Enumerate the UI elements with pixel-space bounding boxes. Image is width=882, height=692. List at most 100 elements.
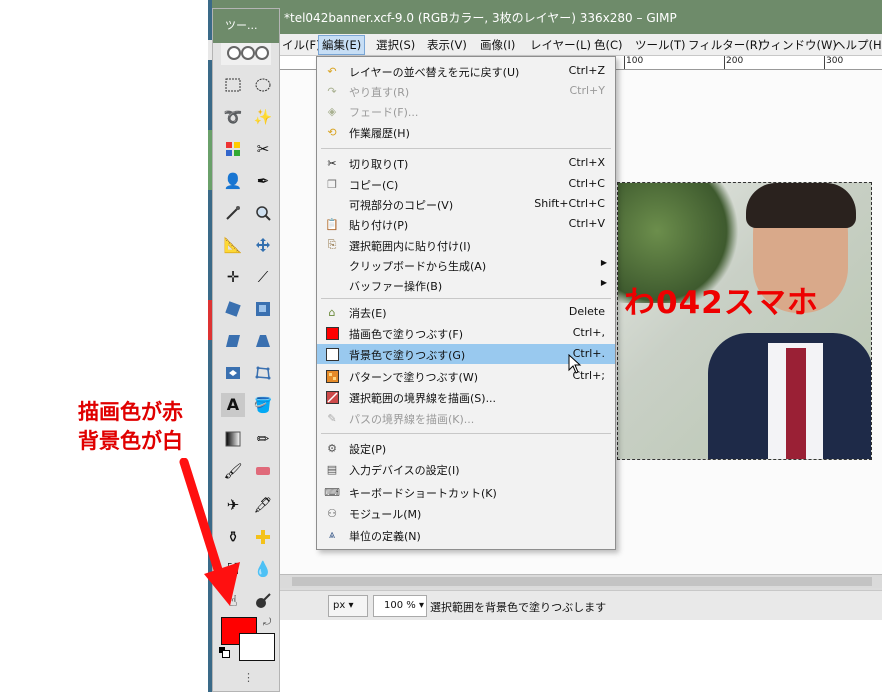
annotation-arrow-icon [179, 458, 240, 606]
measure-icon[interactable]: 📐 [221, 233, 245, 257]
eraser-icon[interactable] [251, 459, 275, 483]
history-icon: ⟲ [327, 125, 337, 139]
menu-item-input-devices[interactable]: ▤ 入力デバイスの設定(I) [317, 459, 615, 479]
menu-item-label: 選択範囲の境界線を描画(S)... [349, 392, 497, 405]
color-picker-icon[interactable] [221, 201, 245, 225]
menu-select[interactable]: 選択(S) [376, 37, 415, 53]
gimp-logo-icon [221, 43, 271, 65]
pencil-icon[interactable]: ✏ [251, 427, 275, 451]
menu-item-label: 消去(E) [349, 307, 387, 320]
menu-item-redo[interactable]: ↷ やり直す(R) Ctrl+Y [317, 81, 615, 101]
menu-item-label: パターンで塗りつぶす(W) [349, 371, 479, 384]
menu-item-stroke-path[interactable]: ✎ パスの境界線を描画(K)... [317, 408, 615, 428]
menu-item-shortcut: Ctrl+Y [569, 84, 605, 97]
menu-item-modules[interactable]: ⚇ モジュール(M) [317, 503, 615, 523]
paste-icon: 📋 [325, 217, 339, 231]
menu-item-copy-visible[interactable]: 可視部分のコピー(V) Shift+Ctrl+C [317, 194, 615, 214]
mouse-cursor-icon [568, 354, 582, 374]
menu-layer[interactable]: レイヤー(L) [530, 37, 591, 53]
menu-filters[interactable]: フィルター(R) [688, 37, 762, 53]
menu-item-stroke-selection[interactable]: 選択範囲の境界線を描画(S)... [317, 387, 615, 407]
menu-item-buffer[interactable]: バッファー操作(B) ▶ [317, 275, 615, 295]
scale-icon[interactable] [251, 297, 275, 321]
menu-item-paste[interactable]: 📋 貼り付け(P) Ctrl+V [317, 214, 615, 234]
foreground-select-icon[interactable]: 👤 [221, 169, 245, 193]
fg-fill-icon [325, 326, 339, 340]
rect-select-icon[interactable] [221, 73, 245, 97]
scrollbar-thumb[interactable] [292, 577, 872, 586]
menu-item-units[interactable]: ⩓ 単位の定義(N) [317, 525, 615, 545]
menu-item-keyboard-shortcuts[interactable]: ⌨ キーボードショートカット(K) [317, 482, 615, 502]
image-canvas[interactable]: わ042スマホ [617, 182, 872, 460]
menu-item-history[interactable]: ⟲ 作業履歴(H) [317, 122, 615, 142]
blend-icon[interactable] [221, 427, 245, 451]
reset-colors-icon[interactable] [219, 647, 230, 658]
ruler-label-200: 200 [726, 56, 744, 66]
menu-item-label: モジュール(M) [349, 508, 422, 521]
align-icon[interactable]: ✛ [221, 265, 245, 289]
menu-item-paste-into[interactable]: ⎘ 選択範囲内に貼り付け(I) [317, 235, 615, 255]
ellipse-select-icon[interactable] [251, 73, 275, 97]
heal-icon[interactable] [251, 525, 275, 549]
menu-item-label: 切り取り(T) [349, 158, 409, 171]
menu-item-paste-as[interactable]: クリップボードから生成(A) ▶ [317, 255, 615, 275]
resize-grip-icon[interactable]: ⋮ [243, 671, 254, 684]
fade-icon: ◈ [327, 104, 337, 118]
menu-file[interactable]: イル(F) [282, 37, 321, 53]
menu-item-preferences[interactable]: ⚙ 設定(P) [317, 438, 615, 458]
menu-separator [321, 298, 611, 299]
window-titlebar[interactable]: *tel042banner.xcf-9.0 (RGBカラー, 3枚のレイヤー) … [212, 0, 882, 34]
menu-item-copy[interactable]: ❐ コピー(C) Ctrl+C [317, 174, 615, 194]
unit-selector[interactable]: px ▾ [328, 595, 368, 617]
menu-item-fill-fg[interactable]: 描画色で塗りつぶす(F) Ctrl+, [317, 323, 615, 343]
menu-edit[interactable]: 編集(E) [318, 35, 366, 55]
background-color-swatch[interactable] [239, 633, 275, 661]
text-tool-icon[interactable]: A [221, 393, 245, 417]
blur-icon[interactable]: 💧 [251, 557, 275, 581]
move-icon[interactable] [251, 233, 275, 257]
status-message: 選択範囲を背景色で塗りつぶします [430, 601, 607, 614]
statusbar: px ▾ 100 % ▾ 選択範囲を背景色で塗りつぶします [280, 590, 882, 620]
menu-windows[interactable]: ウィンドウ(W) [759, 37, 837, 53]
cage-transform-icon[interactable] [251, 361, 275, 385]
ink-icon[interactable]: 🖋 [251, 493, 275, 517]
menu-image[interactable]: 画像(I) [480, 37, 515, 53]
clear-icon: ⌂ [328, 305, 336, 319]
bucket-fill-icon[interactable]: 🪣 [251, 393, 275, 417]
annotation-text: 描画色が赤 背景色が白 [78, 398, 183, 456]
modules-icon: ⚇ [327, 506, 337, 520]
perspective-icon[interactable] [251, 329, 275, 353]
zoom-icon[interactable] [251, 201, 275, 225]
zoom-selector[interactable]: 100 % ▾ [373, 595, 427, 617]
menu-item-label: フェード(F)... [349, 106, 419, 119]
paths-icon[interactable]: ✒ [251, 169, 275, 193]
stroke-path-icon: ✎ [327, 411, 337, 425]
input-devices-icon: ▤ [326, 462, 338, 476]
menu-tools[interactable]: ツール(T) [635, 37, 686, 53]
menu-item-undo[interactable]: ↶ レイヤーの並べ替えを元に戻す(U) Ctrl+Z [317, 61, 615, 81]
menu-item-cut[interactable]: ✂ 切り取り(T) Ctrl+X [317, 153, 615, 173]
flip-icon[interactable] [221, 361, 245, 385]
menu-item-fade[interactable]: ◈ フェード(F)... [317, 101, 615, 121]
toolbox-title[interactable]: ツー... [213, 9, 279, 43]
rotate-icon[interactable] [221, 297, 245, 321]
menu-item-clear[interactable]: ⌂ 消去(E) Delete [317, 302, 615, 322]
shear-icon[interactable] [221, 329, 245, 353]
swap-colors-icon[interactable]: ⤾ [263, 617, 271, 628]
menu-item-label: パスの境界線を描画(K)... [349, 413, 475, 426]
dodge-burn-icon[interactable] [251, 589, 275, 613]
copy-icon: ❐ [327, 177, 337, 191]
horizontal-scrollbar[interactable] [280, 574, 882, 588]
fuzzy-select-icon[interactable]: ✨ [251, 105, 275, 129]
color-select-icon[interactable] [221, 137, 245, 161]
menu-view[interactable]: 表示(V) [427, 37, 467, 53]
menu-item-label: クリップボードから生成(A) [349, 260, 487, 273]
menu-help[interactable]: ヘルプ(H) [834, 37, 882, 53]
lasso-icon[interactable]: ➰ [221, 105, 245, 129]
scissors-select-icon[interactable]: ✂ [251, 137, 275, 161]
image-overlay-text: わ042スマホ [624, 285, 819, 321]
submenu-arrow-icon: ▶ [600, 278, 607, 287]
edit-menu-dropdown: ↶ レイヤーの並べ替えを元に戻す(U) Ctrl+Z ↷ やり直す(R) Ctr… [316, 56, 616, 550]
transform-icon[interactable]: ⟋ [251, 265, 275, 289]
menu-colors[interactable]: 色(C) [594, 37, 623, 53]
